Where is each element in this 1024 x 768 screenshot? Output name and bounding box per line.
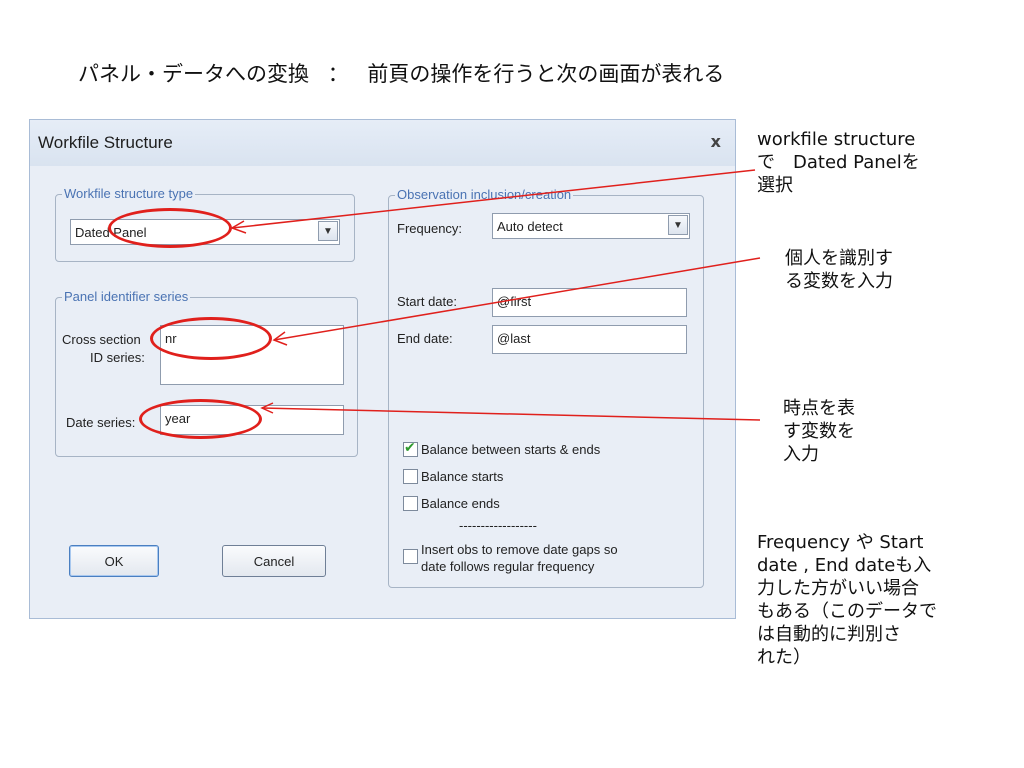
note-cross-section: 個人を識別す る変数を入力 (785, 247, 893, 293)
note-frequency-line6: れた） (757, 647, 811, 668)
note-structure-line3: 選択 (757, 175, 793, 196)
note-frequency-line4: もある（このデータで (757, 601, 937, 622)
note-structure-line2: で Dated Panelを (757, 152, 920, 173)
arrow-line-date-series (261, 407, 761, 421)
note-date-series: 時点を表 す変数を 入力 (783, 397, 855, 466)
note-frequency: Frequency や Start date , End dateも入 力した方… (757, 531, 937, 669)
note-cross-section-line2: る変数を入力 (785, 271, 893, 292)
note-structure-line1: workfile structure (757, 129, 916, 150)
arrow-line-structure (231, 169, 756, 229)
note-frequency-line1: Frequency や Start (757, 532, 924, 553)
note-date-series-line2: す変数を (783, 421, 855, 442)
arrow-line-cross-section (273, 257, 761, 341)
note-date-series-line3: 入力 (783, 444, 819, 465)
note-date-series-line1: 時点を表 (783, 398, 855, 419)
note-frequency-line5: は自動的に判別さ (757, 624, 901, 645)
note-frequency-line3: 力した方がいい場合 (757, 578, 919, 599)
note-structure: workfile structure で Dated Panelを 選択 (757, 128, 920, 197)
note-frequency-line2: date , End dateも入 (757, 555, 932, 576)
note-cross-section-line1: 個人を識別す (785, 248, 893, 269)
